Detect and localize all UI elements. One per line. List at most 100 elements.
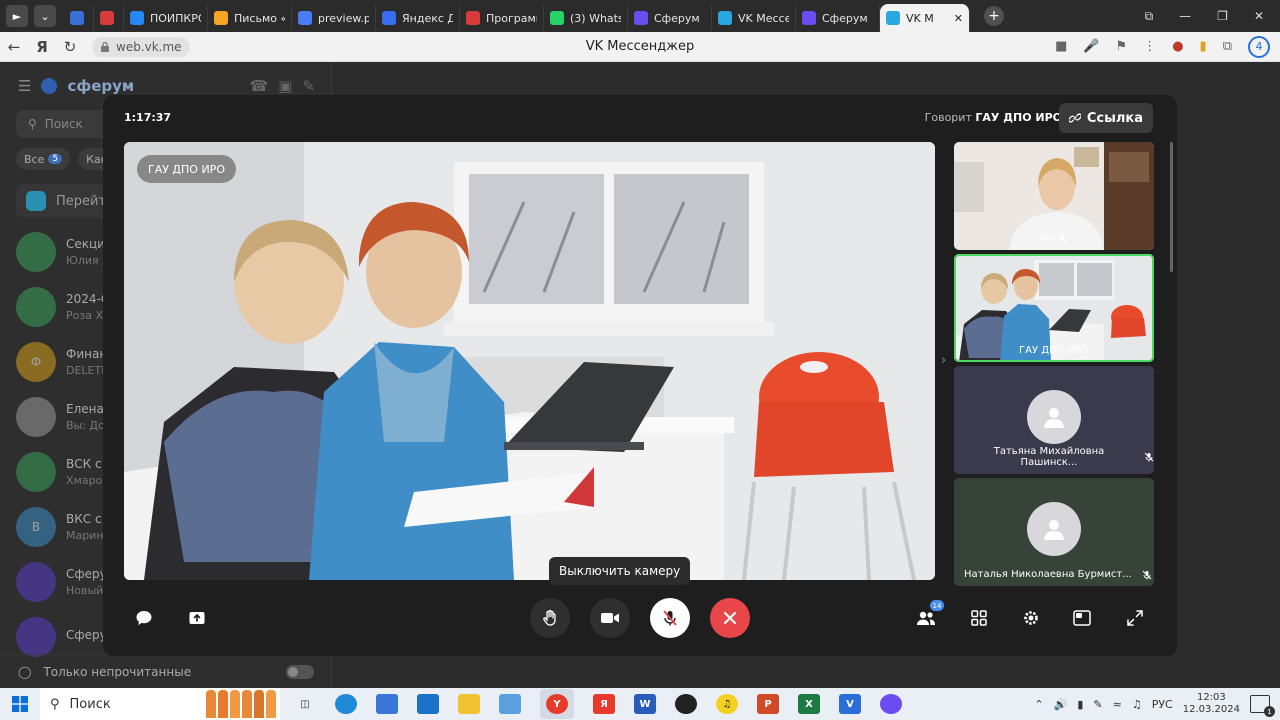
microphone-indicator-icon[interactable]: 🎤 xyxy=(1083,39,1099,54)
tab-list: ПОИПКРО Письмо «Р preview.pd Яндекс Ди Прогр… xyxy=(64,0,970,32)
close-tab-icon[interactable]: ✕ xyxy=(954,12,963,25)
browser-tab-title: Программ xyxy=(486,11,537,25)
close-window-button[interactable]: ✕ xyxy=(1254,9,1264,24)
chat-text: Сферу xyxy=(66,628,107,645)
participant-tile-gau-dpo-iro[interactable]: ГАУ ДПО ИРО xyxy=(954,254,1154,362)
tray-chevron-up-icon[interactable]: ⌃ xyxy=(1034,698,1043,711)
new-tab-button[interactable]: + xyxy=(984,6,1004,26)
browser-tab[interactable] xyxy=(94,5,124,31)
downloads-button[interactable]: 4 xyxy=(1248,35,1270,58)
browser-tab[interactable]: Яндекс Ди xyxy=(376,5,460,31)
filter-all[interactable]: Все 5 xyxy=(16,148,71,170)
participant-tile-self[interactable]: Вы xyxy=(954,142,1154,250)
unread-only-toggle[interactable] xyxy=(286,664,314,679)
user-placeholder-icon xyxy=(1044,520,1064,540)
archive-icon[interactable]: ▣ xyxy=(278,77,292,95)
participant-tile-tatyana[interactable]: Татьяна Михайловна Пашинск... xyxy=(954,366,1154,474)
tab-menu-chevron-icon[interactable]: ⌄ xyxy=(34,5,56,27)
main-speaker-video[interactable]: ГАУ ДПО ИРО xyxy=(124,142,935,580)
task-view-icon[interactable]: ◫ xyxy=(294,694,316,714)
menu-icon[interactable]: ☰ xyxy=(18,77,31,95)
obs-icon[interactable] xyxy=(675,694,697,714)
yandex-icon[interactable]: Я xyxy=(593,694,615,714)
browser-tab[interactable] xyxy=(64,5,94,31)
chat-button[interactable] xyxy=(124,598,164,638)
restore-button[interactable]: ❐ xyxy=(1217,9,1228,24)
compose-icon[interactable]: ✎ xyxy=(302,77,315,95)
excel-icon[interactable]: X xyxy=(798,694,820,714)
file-explorer-icon[interactable] xyxy=(458,694,480,714)
browser-tab[interactable]: preview.pd xyxy=(292,5,376,31)
bookmark-icon[interactable]: ⚑ xyxy=(1116,39,1128,54)
browser-tab-title: Письмо «Р xyxy=(234,11,285,25)
extension-icon[interactable]: ● xyxy=(1172,39,1183,54)
settings-button[interactable] xyxy=(1011,598,1051,638)
volume-icon[interactable]: 🔊 xyxy=(1054,698,1068,711)
video-camera-icon xyxy=(601,613,619,623)
participants-button[interactable]: 14 xyxy=(906,598,946,638)
browser-tab[interactable]: Сферум xyxy=(796,5,880,31)
browser-tab[interactable]: Программ xyxy=(460,5,544,31)
wifi-icon[interactable]: ≈ xyxy=(1113,698,1122,711)
clock[interactable]: 12:03 12.03.2024 xyxy=(1183,692,1240,716)
vk-messenger-icon[interactable]: V xyxy=(839,694,861,714)
chat-text: ВКС с Марин xyxy=(66,512,104,542)
browser-tab-title: (3) WhatsA xyxy=(570,11,621,25)
battery-icon[interactable]: ▮ xyxy=(1200,39,1207,54)
edge-icon[interactable] xyxy=(335,694,357,714)
translate-icon[interactable]: ⧉ xyxy=(1223,39,1232,54)
speaker-icon[interactable]: ♫ xyxy=(1132,698,1142,711)
filter-all-count: 5 xyxy=(48,154,63,164)
language-indicator[interactable]: РУС xyxy=(1152,698,1173,711)
yandex-music-icon[interactable]: ♫ xyxy=(716,694,738,714)
minimize-button[interactable]: — xyxy=(1179,9,1191,24)
yandex-browser-taskbar-button[interactable]: Y xyxy=(540,689,574,719)
url-field[interactable]: web.vk.me xyxy=(92,36,190,57)
browser-tab[interactable]: VK Мессен xyxy=(712,5,796,31)
participant-tile-natalya[interactable]: Наталья Николаевна Бурмист... xyxy=(954,478,1154,586)
browser-tab[interactable]: (3) WhatsA xyxy=(544,5,628,31)
unread-filter-row: ◯ Только непрочитанные xyxy=(0,654,332,688)
share-screen-button[interactable] xyxy=(177,598,217,638)
red-circle-icon xyxy=(100,11,114,25)
whiteboard-icon[interactable] xyxy=(499,694,521,714)
battery-icon[interactable]: ▮ xyxy=(1077,698,1083,711)
browser-tab[interactable]: Письмо «Р xyxy=(208,5,292,31)
taskbar-search-input[interactable]: ⚲ Поиск xyxy=(40,688,280,720)
microphone-toggle-button[interactable] xyxy=(650,598,690,638)
browser-tab[interactable]: VK М ✕ xyxy=(880,4,970,32)
picture-in-picture-button[interactable] xyxy=(1062,598,1102,638)
start-button[interactable] xyxy=(0,696,40,712)
more-menu-icon[interactable]: ⋮ xyxy=(1143,39,1156,54)
chat-preview: Новый xyxy=(66,583,104,597)
store-icon[interactable] xyxy=(376,694,398,714)
tab-audio-icon[interactable]: ► xyxy=(6,5,28,27)
raise-hand-button[interactable] xyxy=(530,598,570,638)
copy-link-button[interactable]: Ссылка xyxy=(1058,103,1153,133)
collapse-tiles-chevron-icon[interactable]: › xyxy=(941,353,946,368)
notifications-button[interactable]: 1 xyxy=(1250,695,1275,717)
pen-icon[interactable]: ✎ xyxy=(1093,698,1102,711)
yandex-icon[interactable]: Я xyxy=(28,38,56,56)
back-button[interactable]: ← xyxy=(0,38,28,56)
share-screen-icon xyxy=(189,612,205,624)
powerpoint-icon[interactable]: P xyxy=(757,694,779,714)
sferum-icon[interactable] xyxy=(880,694,902,714)
whatsapp-icon xyxy=(550,11,564,25)
end-call-button[interactable] xyxy=(710,598,750,638)
reload-button[interactable]: ↻ xyxy=(56,38,84,56)
new-call-icon[interactable]: ☎ xyxy=(250,77,269,95)
camera-indicator-icon[interactable]: ■ xyxy=(1055,39,1067,54)
camera-toggle-button[interactable] xyxy=(590,598,630,638)
mic-off-icon xyxy=(663,610,677,626)
fullscreen-button[interactable] xyxy=(1115,598,1155,638)
layout-grid-button[interactable] xyxy=(959,598,999,638)
mail-icon[interactable] xyxy=(417,694,439,714)
tabs-overview-icon[interactable]: ⧉ xyxy=(1145,9,1154,24)
windows-taskbar: ⚲ Поиск ◫ Y Я W ♫ P X V ⌃ 🔊 ▮ ✎ ≈ ♫ РУС … xyxy=(0,688,1280,720)
speaking-name: ГАУ ДПО ИРО xyxy=(975,111,1062,124)
browser-tab[interactable]: ПОИПКРО xyxy=(124,5,208,31)
word-icon[interactable]: W xyxy=(634,694,656,714)
tiles-scrollbar[interactable] xyxy=(1170,142,1173,272)
browser-tab[interactable]: Сферум xyxy=(628,5,712,31)
